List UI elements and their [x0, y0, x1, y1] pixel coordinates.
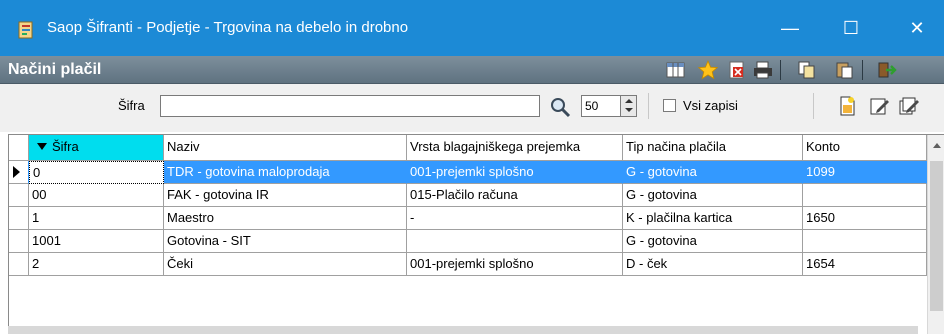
payment-methods-grid: Šifra Naziv Vrsta blagajniškega prejemka…: [8, 134, 944, 334]
current-row-icon: [13, 166, 20, 178]
cell-tip[interactable]: G - gotovina: [623, 161, 803, 184]
row-indicator: [9, 184, 29, 207]
exit-icon[interactable]: [876, 60, 898, 80]
record-count-input[interactable]: 50: [581, 95, 621, 117]
show-all-label[interactable]: Vsi zapisi: [683, 96, 738, 116]
scroll-thumb[interactable]: [930, 161, 943, 311]
filter-bar: Šifra 50 Vsi zapisi: [0, 84, 944, 132]
cell-konto[interactable]: [803, 184, 927, 207]
cell-naziv[interactable]: Gotovina - SIT: [164, 230, 407, 253]
print-icon[interactable]: [752, 60, 774, 80]
form-header: Načini plačil: [0, 56, 944, 84]
search-icon[interactable]: [549, 96, 571, 118]
column-header-vrsta[interactable]: Vrsta blagajniškega prejemka: [407, 135, 623, 161]
cell-tip[interactable]: D - ček: [623, 253, 803, 276]
stepper-up-icon[interactable]: [625, 99, 633, 103]
new-record-icon[interactable]: [836, 95, 858, 117]
window-title-bar: Saop Šifranti - Podjetje - Trgovina na d…: [0, 0, 944, 56]
show-all-checkbox[interactable]: [663, 99, 676, 112]
form-title: Načini plačil: [8, 61, 102, 78]
column-header-naziv[interactable]: Naziv: [164, 135, 407, 161]
cell-sifra[interactable]: 2: [29, 253, 164, 276]
star-icon[interactable]: [697, 60, 719, 80]
cell-tip[interactable]: G - gotovina: [623, 184, 803, 207]
row-indicator: [9, 207, 29, 230]
row-indicator: [9, 161, 29, 184]
cell-sifra[interactable]: 00: [29, 184, 164, 207]
cell-sifra[interactable]: 1: [29, 207, 164, 230]
cell-vrsta[interactable]: [407, 230, 623, 253]
row-indicator: [9, 253, 29, 276]
minimize-button[interactable]: —: [755, 0, 825, 56]
app-icon: [18, 21, 33, 39]
record-count-stepper[interactable]: [620, 95, 637, 117]
cell-konto[interactable]: [803, 230, 927, 253]
sifra-filter-label: Šifra: [118, 98, 145, 113]
columns-icon[interactable]: [665, 60, 687, 80]
cell-sifra[interactable]: 0: [29, 161, 164, 184]
vertical-scrollbar[interactable]: [927, 135, 944, 334]
cell-tip[interactable]: K - plačilna kartica: [623, 207, 803, 230]
delete-icon[interactable]: [726, 60, 748, 80]
cell-konto[interactable]: 1654: [803, 253, 927, 276]
sifra-filter-input[interactable]: [160, 95, 540, 117]
row-indicator-header: [9, 135, 29, 161]
cell-naziv[interactable]: FAK - gotovina IR: [164, 184, 407, 207]
cell-naziv[interactable]: Čeki: [164, 253, 407, 276]
filter-separator: [813, 93, 814, 119]
cell-vrsta[interactable]: 001-prejemki splošno: [407, 253, 623, 276]
column-header-label: Šifra: [52, 139, 79, 154]
cell-tip[interactable]: G - gotovina: [623, 230, 803, 253]
scroll-up-icon[interactable]: [933, 143, 941, 148]
cell-naziv[interactable]: TDR - gotovina maloprodaja: [164, 161, 407, 184]
cell-naziv[interactable]: Maestro: [164, 207, 407, 230]
close-button[interactable]: ✕: [882, 0, 944, 56]
window-title: Saop Šifranti - Podjetje - Trgovina na d…: [47, 19, 409, 36]
sort-descending-icon: [37, 143, 47, 150]
row-indicator: [9, 230, 29, 253]
cell-vrsta[interactable]: 015-Plačilo računa: [407, 184, 623, 207]
toolbar-separator: [780, 60, 781, 80]
edit-multiple-icon[interactable]: [898, 95, 920, 117]
filter-separator: [648, 93, 649, 119]
copy-icon[interactable]: [796, 60, 818, 80]
stepper-down-icon[interactable]: [625, 108, 633, 112]
toolbar-separator: [862, 60, 863, 80]
cell-sifra[interactable]: 1001: [29, 230, 164, 253]
status-bar: [8, 326, 918, 334]
column-header-konto[interactable]: Konto: [803, 135, 927, 161]
column-header-sifra[interactable]: Šifra: [29, 135, 164, 161]
maximize-button[interactable]: ☐: [816, 0, 886, 56]
paste-icon[interactable]: [834, 60, 856, 80]
cell-vrsta[interactable]: 001-prejemki splošno: [407, 161, 623, 184]
cell-vrsta[interactable]: -: [407, 207, 623, 230]
column-header-tip[interactable]: Tip načina plačila: [623, 135, 803, 161]
edit-record-icon[interactable]: [868, 95, 890, 117]
cell-konto[interactable]: 1099: [803, 161, 927, 184]
cell-konto[interactable]: 1650: [803, 207, 927, 230]
